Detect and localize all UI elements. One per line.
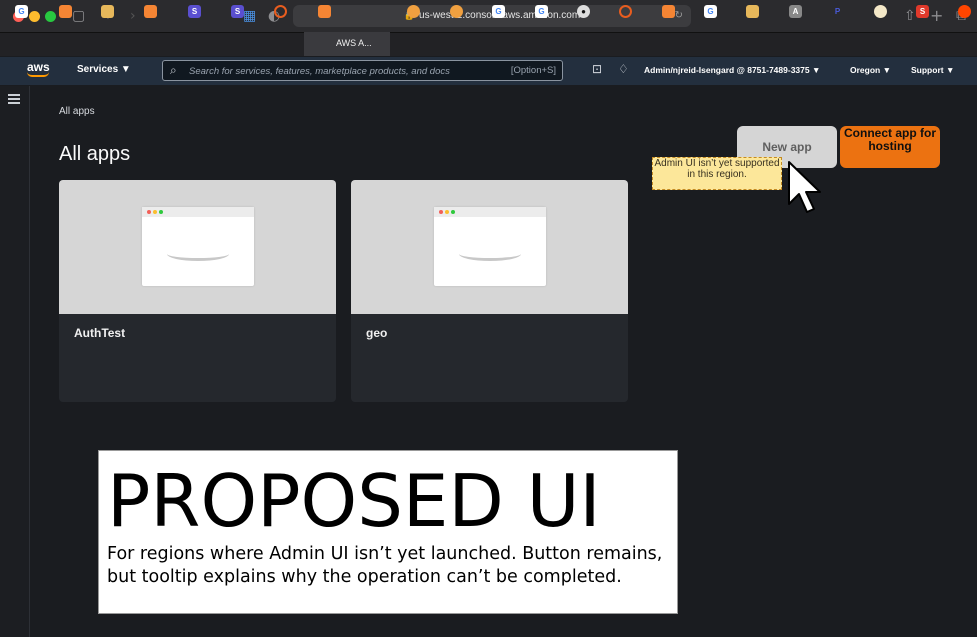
aws-favicon-icon[interactable] — [662, 5, 675, 18]
sidebar-toggle-icon[interactable]: ▢ — [72, 7, 85, 25]
s-favicon-icon[interactable]: S — [188, 5, 201, 18]
aws-logo-smile-icon — [27, 72, 49, 77]
proposal-title: PROPOSED UI — [107, 459, 601, 543]
a-favicon-icon[interactable]: A — [789, 5, 802, 18]
forward-icon[interactable]: › — [130, 7, 136, 25]
app-card[interactable]: AuthTest — [59, 180, 336, 402]
cube-favicon-icon[interactable] — [101, 5, 114, 18]
search-box[interactable]: ⌕ [Option+S] — [162, 60, 563, 81]
reddit-favicon-icon[interactable] — [958, 5, 971, 18]
app-card[interactable]: geo — [351, 180, 628, 402]
github-favicon-icon[interactable]: ● — [577, 5, 590, 18]
share-icon[interactable]: ⇧ — [904, 7, 916, 25]
app-name[interactable]: geo — [366, 326, 387, 340]
block-favicon-icon[interactable] — [619, 5, 632, 18]
services-menu-button[interactable]: Services ▼ — [77, 64, 131, 75]
amazon-smile-icon — [167, 247, 229, 261]
proposal-annotation: PROPOSED UI For regions where Admin UI i… — [98, 450, 678, 614]
s-favicon-icon[interactable]: S — [231, 5, 244, 18]
zoom-window-button[interactable] — [45, 11, 56, 22]
app-card-preview — [351, 180, 628, 314]
google-favicon-icon[interactable]: G — [535, 5, 548, 18]
region-label: Oregon — [850, 65, 881, 75]
dot-favicon-icon[interactable] — [874, 5, 887, 18]
s-red-favicon-icon[interactable]: S — [916, 5, 929, 18]
search-input[interactable] — [189, 64, 479, 78]
cube-favicon-icon[interactable] — [746, 5, 759, 18]
aws-favicon-icon — [318, 5, 331, 18]
search-icon: ⌕ — [170, 63, 177, 77]
active-tab-title: AWS A... — [336, 38, 372, 48]
google-favicon-icon[interactable]: G — [704, 5, 717, 18]
support-label: Support — [911, 65, 944, 75]
app-preview-window-icon — [434, 207, 546, 286]
search-shortcut: [Option+S] — [510, 65, 556, 76]
connect-app-button[interactable]: Connect app for hosting — [840, 126, 940, 168]
extension-icon[interactable]: ▦ — [243, 7, 256, 25]
page-title: All apps — [59, 143, 131, 165]
account-menu[interactable]: Admin/njreid-Isengard @ 8751-7489-3375 ▼ — [644, 65, 820, 75]
hamburger-menu-icon[interactable] — [8, 94, 20, 104]
mouse-cursor-icon — [788, 161, 821, 213]
region-menu[interactable]: Oregon ▼ — [850, 65, 891, 75]
app-preview-window-icon — [142, 207, 254, 286]
proposal-body: For regions where Admin UI isn’t yet lau… — [107, 544, 663, 587]
support-menu[interactable]: Support ▼ — [911, 65, 954, 75]
block-favicon-icon[interactable] — [274, 5, 287, 18]
google-favicon-icon[interactable]: G — [492, 5, 505, 18]
aws-favicon-icon[interactable] — [144, 5, 157, 18]
amazon-smile-icon — [459, 247, 521, 261]
account-label: Admin/njreid-Isengard @ 8751-7489-3375 — [644, 65, 810, 75]
app-card-preview — [59, 180, 336, 314]
cloudshell-icon[interactable]: ⊡ — [592, 62, 602, 76]
app-name[interactable]: AuthTest — [74, 326, 125, 340]
notifications-icon[interactable]: ♢ — [618, 62, 629, 76]
minimize-window-button[interactable] — [29, 11, 40, 22]
orange-favicon-icon[interactable] — [407, 5, 420, 18]
tab-strip — [0, 32, 977, 56]
p-favicon-icon[interactable]: P — [831, 5, 844, 18]
unsupported-region-tooltip: Admin UI isn’t yet supported in this reg… — [652, 157, 782, 190]
google-favicon-icon[interactable]: G — [15, 5, 28, 18]
aws-favicon-icon[interactable] — [59, 5, 72, 18]
orange-favicon-icon[interactable] — [450, 5, 463, 18]
services-label: Services — [77, 64, 119, 75]
new-tab-icon[interactable]: + — [930, 7, 943, 25]
breadcrumb[interactable]: All apps — [59, 106, 95, 117]
reload-icon[interactable]: ↻ — [675, 5, 683, 27]
side-nav — [0, 86, 30, 637]
